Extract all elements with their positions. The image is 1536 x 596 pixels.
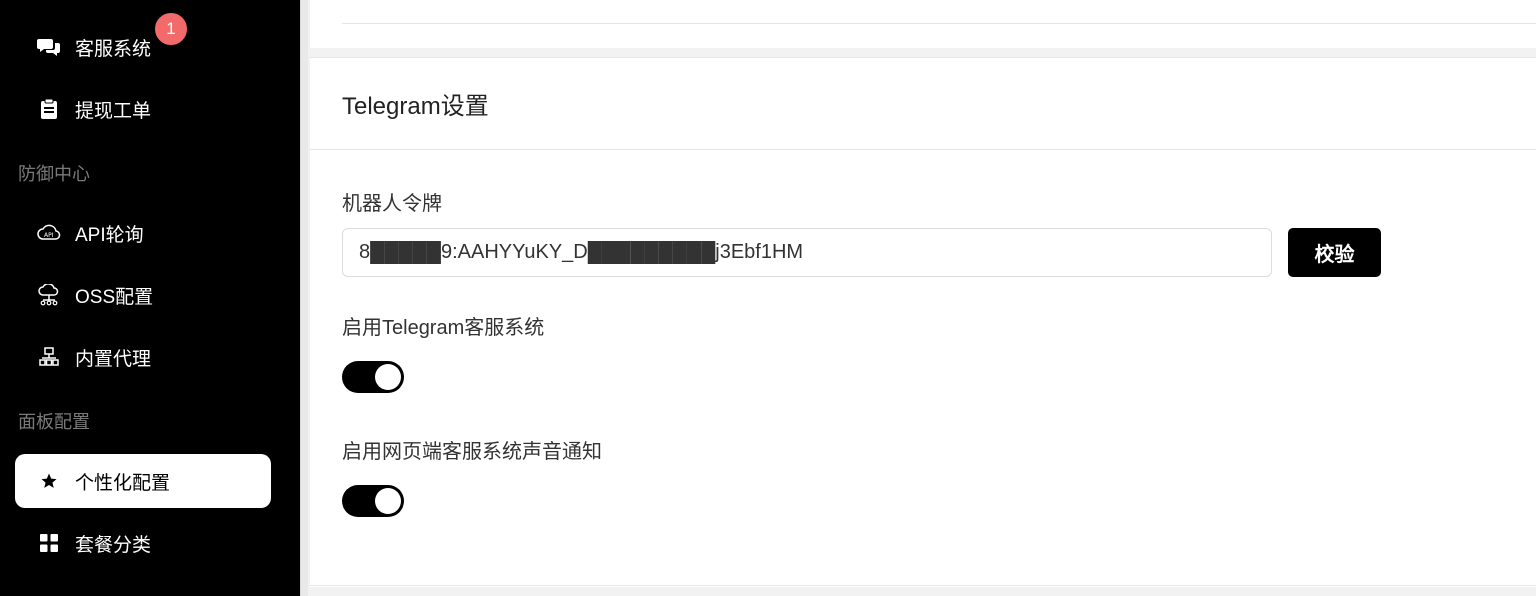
token-label: 机器人令牌: [342, 193, 442, 215]
card-title: Telegram设置: [310, 58, 1536, 150]
sidebar: 客服系统 1 提现工单 防御中心 API API轮询 OSS配置 内置代理 面板…: [0, 0, 300, 596]
notification-badge: 1: [153, 11, 189, 47]
sidebar-item-label: OSS配置: [75, 286, 154, 308]
toggle-knob: [375, 488, 401, 514]
sidebar-item-personalization[interactable]: 个性化配置: [15, 454, 271, 508]
sidebar-item-customer-service[interactable]: 客服系统: [15, 20, 271, 74]
telegram-settings-card: Telegram设置 机器人令牌 校验 启用Telegram客服系统 启用网页端…: [310, 57, 1536, 587]
sidebar-item-label: 内置代理: [75, 348, 152, 370]
svg-text:API: API: [44, 232, 54, 239]
enable-sound-label: 启用网页端客服系统声音通知: [342, 441, 602, 463]
enable-telegram-label: 启用Telegram客服系统: [342, 317, 545, 339]
proxy-tree-icon: [37, 345, 61, 369]
enable-telegram-toggle[interactable]: [342, 361, 404, 393]
divider: [342, 23, 1536, 24]
divider: [310, 585, 1536, 586]
sidebar-item-label: 个性化配置: [75, 472, 171, 494]
section-title-panel: 面板配置: [18, 412, 90, 432]
bot-token-input[interactable]: [342, 228, 1272, 277]
sidebar-item-label: API轮询: [75, 224, 144, 246]
section-title-defense: 防御中心: [18, 164, 90, 184]
cloud-network-icon: [37, 283, 61, 307]
star-icon: [37, 469, 61, 493]
sidebar-item-withdrawal-tickets[interactable]: 提现工单: [15, 82, 271, 136]
sidebar-item-label: 套餐分类: [75, 534, 152, 556]
sidebar-item-package-categories[interactable]: 套餐分类: [15, 516, 271, 570]
grid-icon: [37, 531, 61, 555]
main-content: Telegram设置 机器人令牌 校验 启用Telegram客服系统 启用网页端…: [308, 0, 1536, 596]
sidebar-item-oss-config[interactable]: OSS配置: [15, 268, 271, 322]
sidebar-item-label: 客服系统: [75, 38, 152, 60]
cloud-api-icon: API: [37, 221, 61, 245]
verify-button[interactable]: 校验: [1288, 228, 1381, 277]
sidebar-scrollbar[interactable]: [300, 0, 308, 596]
toggle-knob: [375, 364, 401, 390]
sidebar-item-api-polling[interactable]: API API轮询: [15, 206, 271, 260]
clipboard-icon: [37, 97, 61, 121]
enable-sound-toggle[interactable]: [342, 485, 404, 517]
sidebar-item-label: 提现工单: [75, 100, 152, 122]
previous-card: [310, 0, 1536, 48]
sidebar-item-builtin-proxy[interactable]: 内置代理: [15, 330, 271, 384]
chat-bubbles-icon: [37, 35, 61, 59]
